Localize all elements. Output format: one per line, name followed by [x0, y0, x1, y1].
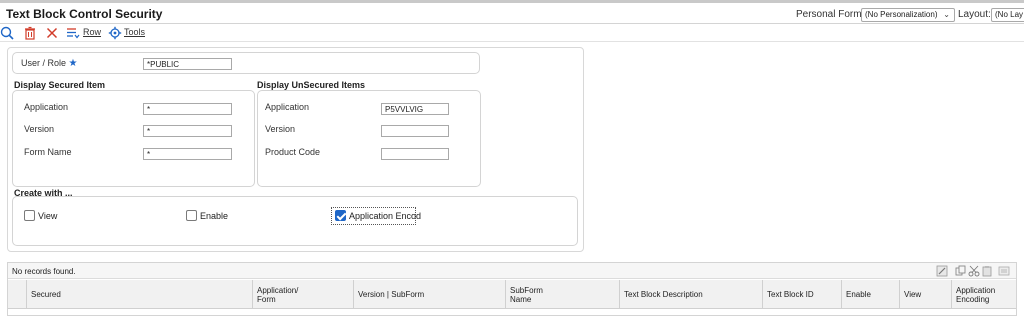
column-header-label: Version | SubForm — [358, 290, 425, 299]
secured-application-label: Application — [24, 102, 69, 112]
column-header[interactable]: Application/Form — [252, 280, 353, 309]
secured-form-name-input[interactable] — [143, 148, 232, 160]
tools-menu-button[interactable]: Tools — [124, 27, 145, 37]
unsecured-application-label: Application — [265, 102, 310, 112]
layout-label: Layout: — [958, 9, 991, 20]
search-icon[interactable] — [0, 26, 14, 40]
unsecured-product-code-input[interactable] — [381, 148, 449, 160]
column-header-label: Application — [956, 285, 996, 295]
layout-value: (No Lay — [995, 10, 1024, 19]
personal-form-label: Personal Form: — [796, 9, 865, 20]
row-menu-icon[interactable] — [66, 26, 80, 40]
secured-box: Application Version Form Name — [12, 90, 255, 187]
gear-icon[interactable] — [108, 26, 122, 40]
unsecured-box: Application Version Product Code — [257, 90, 481, 187]
unsecured-version-input[interactable] — [381, 125, 449, 137]
grid-header: Secured Application/Form Version | SubFo… — [8, 280, 1016, 309]
column-header-label: Secured — [31, 290, 61, 299]
view-checkbox[interactable] — [24, 210, 35, 221]
criteria-panel: User / Role ★ Display Secured Item Appli… — [7, 47, 584, 252]
column-header-label: Enable — [846, 290, 871, 299]
secured-application-input[interactable] — [143, 103, 232, 115]
paste-icon[interactable] — [981, 265, 993, 277]
column-header[interactable]: SubForm Name — [505, 280, 619, 309]
encoding-checkbox-label: Application Encod — [349, 211, 422, 221]
results-grid: No records found. Secured Application/ F… — [7, 262, 1017, 316]
title-bar: Text Block Control Security Personal For… — [0, 3, 1024, 24]
unsecured-product-code-label: Product Code — [265, 147, 321, 157]
grid-toolbar: No records found. — [8, 263, 1016, 279]
view-checkbox-label: View — [38, 211, 58, 221]
enable-checkbox-label: Enable — [200, 211, 229, 221]
unsecured-version-label: Version — [265, 124, 296, 134]
column-header-label: Application/ — [257, 285, 299, 295]
column-header[interactable]: View — [899, 280, 951, 309]
column-header-label: Text Block Description — [624, 290, 703, 299]
column-header-label: Encoding — [956, 294, 990, 304]
user-role-label: User / Role ★ — [21, 58, 78, 69]
close-icon[interactable] — [45, 26, 59, 40]
required-icon: ★ — [68, 58, 78, 69]
secured-section-title: Display Secured Item — [14, 80, 106, 90]
column-header-label: Form — [257, 294, 276, 304]
personal-form-value: (No Personalization) — [865, 10, 938, 19]
enable-checkbox[interactable] — [186, 210, 197, 221]
row-menu-button[interactable]: Row — [83, 27, 101, 37]
edit-icon[interactable] — [936, 265, 948, 277]
secured-version-label: Version — [24, 124, 55, 134]
select-all-column[interactable] — [8, 280, 26, 309]
tools-menu-label: Tools — [124, 27, 146, 37]
column-header[interactable]: Secured — [26, 280, 252, 309]
grid-status: No records found. — [12, 267, 76, 276]
column-header[interactable]: Version | SubForm — [353, 280, 505, 309]
delete-icon[interactable] — [23, 26, 37, 40]
column-header[interactable]: Enable — [841, 280, 899, 309]
unsecured-section-title: Display UnSecured Items — [257, 80, 366, 90]
user-role-label-text: User / Role — [21, 58, 67, 68]
column-header-label: SubForm — [510, 285, 543, 295]
page-title: Text Block Control Security — [6, 7, 163, 21]
user-role-box: User / Role ★ — [12, 52, 480, 74]
chevron-down-icon: ⌄ — [943, 10, 950, 19]
column-header[interactable]: Text Block ID — [762, 280, 841, 309]
personal-form-select[interactable]: (No Personalization) ⌄ — [861, 8, 955, 22]
user-role-input[interactable] — [143, 58, 232, 70]
column-header[interactable]: Text Block Description — [619, 280, 762, 309]
cut-icon[interactable] — [968, 265, 980, 277]
column-header-label: Name — [510, 294, 532, 304]
column-header-label: Text Block ID — [767, 290, 814, 299]
create-with-box: View Enable Application Encod — [12, 196, 578, 246]
secured-version-input[interactable] — [143, 125, 232, 137]
column-header[interactable]: Application Encoding — [951, 280, 1016, 309]
export-icon[interactable] — [998, 265, 1010, 277]
secured-form-name-label: Form Name — [24, 147, 72, 157]
encoding-checkbox[interactable] — [335, 210, 346, 221]
column-header-label: View — [904, 290, 922, 299]
layout-select[interactable]: (No Lay — [991, 8, 1024, 22]
row-menu-label: Row — [83, 27, 102, 37]
unsecured-application-input[interactable] — [381, 103, 449, 115]
copy-icon[interactable] — [955, 265, 967, 277]
toolbar: Row Tools — [0, 24, 1024, 42]
